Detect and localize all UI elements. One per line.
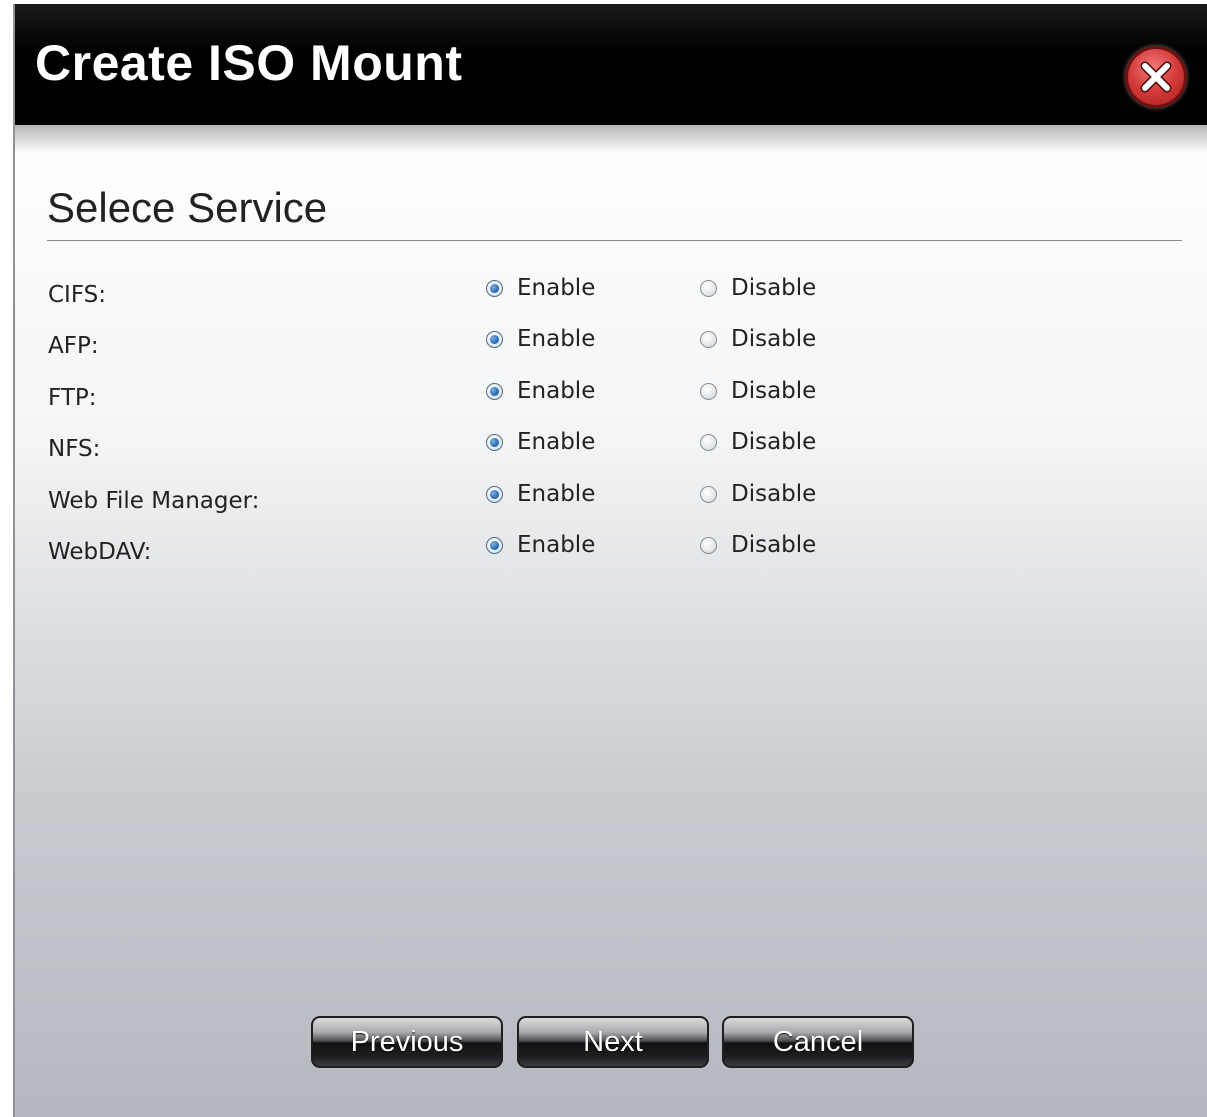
nfs-enable-radio[interactable] xyxy=(486,433,503,451)
web-file-manager-disable-radio[interactable] xyxy=(700,485,717,503)
ftp-enable-option[interactable]: Enable xyxy=(486,375,595,407)
service-row-cifs: CIFS: Enable Disable xyxy=(15,272,1207,312)
afp-disable-option[interactable]: Disable xyxy=(700,323,816,355)
cifs-enable-option[interactable]: Enable xyxy=(486,272,595,304)
afp-enable-option[interactable]: Enable xyxy=(486,323,595,355)
cifs-enable-radio[interactable] xyxy=(486,279,503,297)
service-row-webdav: WebDAV: Enable Disable xyxy=(15,529,1207,569)
cancel-button[interactable]: Cancel xyxy=(722,1016,914,1068)
ftp-disable-radio[interactable] xyxy=(700,382,717,400)
service-label: NFS: xyxy=(48,436,101,462)
nfs-disable-option[interactable]: Disable xyxy=(700,426,816,458)
close-icon xyxy=(1140,61,1172,93)
web-file-manager-enable-radio[interactable] xyxy=(486,485,503,503)
dialog-title: Create ISO Mount xyxy=(35,35,463,91)
section-title: Selece Service xyxy=(47,184,328,231)
create-iso-mount-dialog: Create ISO Mount Selece Service CIFS: En… xyxy=(13,4,1207,1117)
titlebar-shadow xyxy=(15,125,1207,153)
ftp-disable-option[interactable]: Disable xyxy=(700,375,816,407)
cifs-disable-option[interactable]: Disable xyxy=(700,272,816,304)
service-label: AFP: xyxy=(48,333,99,359)
nfs-enable-option[interactable]: Enable xyxy=(486,426,595,458)
disable-label: Disable xyxy=(731,532,817,558)
webdav-disable-radio[interactable] xyxy=(700,536,717,554)
next-button[interactable]: Next xyxy=(517,1016,709,1068)
web-file-manager-disable-option[interactable]: Disable xyxy=(700,478,816,510)
afp-enable-radio[interactable] xyxy=(486,330,503,348)
service-label: WebDAV: xyxy=(48,539,152,565)
webdav-enable-radio[interactable] xyxy=(486,536,503,554)
ftp-enable-radio[interactable] xyxy=(486,382,503,400)
webdav-enable-option[interactable]: Enable xyxy=(486,529,595,561)
disable-label: Disable xyxy=(731,481,817,507)
service-row-afp: AFP: Enable Disable xyxy=(15,323,1207,363)
enable-label: Enable xyxy=(517,378,596,404)
nfs-disable-radio[interactable] xyxy=(700,433,717,451)
enable-label: Enable xyxy=(517,326,596,352)
previous-button[interactable]: Previous xyxy=(311,1016,503,1068)
service-row-ftp: FTP: Enable Disable xyxy=(15,375,1207,415)
webdav-disable-option[interactable]: Disable xyxy=(700,529,816,561)
enable-label: Enable xyxy=(517,532,596,558)
disable-label: Disable xyxy=(731,378,817,404)
close-button[interactable] xyxy=(1125,46,1187,108)
cifs-disable-radio[interactable] xyxy=(700,279,717,297)
afp-disable-radio[interactable] xyxy=(700,330,717,348)
enable-label: Enable xyxy=(517,481,596,507)
service-label: CIFS: xyxy=(48,282,107,308)
dialog-titlebar: Create ISO Mount xyxy=(15,4,1207,125)
service-row-web-file-manager: Web File Manager: Enable Disable xyxy=(15,478,1207,518)
web-file-manager-enable-option[interactable]: Enable xyxy=(486,478,595,510)
service-label: Web File Manager: xyxy=(48,488,260,514)
service-label: FTP: xyxy=(48,385,97,411)
disable-label: Disable xyxy=(731,275,817,301)
enable-label: Enable xyxy=(517,275,596,301)
enable-label: Enable xyxy=(517,429,596,455)
service-row-nfs: NFS: Enable Disable xyxy=(15,426,1207,466)
section-divider xyxy=(47,240,1182,241)
disable-label: Disable xyxy=(731,429,817,455)
disable-label: Disable xyxy=(731,326,817,352)
